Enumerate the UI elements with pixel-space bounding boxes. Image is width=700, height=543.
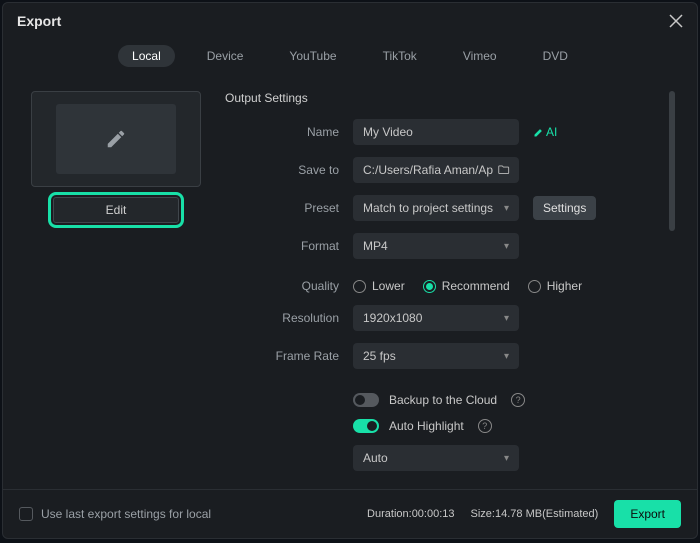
autohighlight-select[interactable]: Auto ▾ (353, 445, 519, 471)
backup-label: Backup to the Cloud (389, 393, 497, 407)
quality-higher-radio[interactable]: Higher (528, 279, 582, 293)
output-settings-heading: Output Settings (225, 91, 679, 105)
size-stat: Size:14.78 MB(Estimated) (471, 508, 599, 520)
chevron-down-icon: ▾ (504, 453, 509, 464)
footer: Use last export settings for local Durat… (3, 489, 697, 538)
framerate-select[interactable]: 25 fps ▾ (353, 343, 519, 369)
tabs: Local Device YouTube TikTok Vimeo DVD (3, 39, 697, 77)
edit-button[interactable]: Edit (53, 197, 179, 223)
settings-button[interactable]: Settings (533, 196, 596, 220)
autohighlight-label: Auto Highlight (389, 419, 464, 433)
chevron-down-icon: ▾ (504, 203, 509, 214)
tab-youtube[interactable]: YouTube (275, 45, 350, 67)
export-dialog: Export Local Device YouTube TikTok Vimeo… (2, 2, 698, 539)
saveto-label: Save to (225, 163, 353, 177)
framerate-label: Frame Rate (225, 349, 353, 363)
quality-label: Quality (225, 279, 353, 293)
name-label: Name (225, 125, 353, 139)
dialog-title: Export (17, 13, 61, 29)
backup-toggle[interactable] (353, 393, 379, 407)
tab-local[interactable]: Local (118, 45, 175, 67)
folder-icon[interactable] (497, 163, 511, 177)
close-icon[interactable] (669, 14, 683, 28)
format-select[interactable]: MP4 ▾ (353, 233, 519, 259)
help-icon[interactable]: ? (478, 419, 492, 433)
preview-thumbnail (31, 91, 201, 187)
duration-stat: Duration:00:00:13 (367, 508, 454, 520)
quality-lower-radio[interactable]: Lower (353, 279, 405, 293)
export-button[interactable]: Export (614, 500, 681, 528)
autohighlight-toggle[interactable] (353, 419, 379, 433)
tab-tiktok[interactable]: TikTok (369, 45, 431, 67)
edit-icon (105, 128, 127, 150)
scrollbar[interactable] (669, 91, 675, 231)
ai-icon[interactable]: AI (533, 125, 557, 139)
chevron-down-icon: ▾ (504, 313, 509, 324)
resolution-label: Resolution (225, 311, 353, 325)
preset-label: Preset (225, 201, 353, 215)
saveto-input[interactable]: C:/Users/Rafia Aman/AppData (353, 157, 519, 183)
help-icon[interactable]: ? (511, 393, 525, 407)
tab-device[interactable]: Device (193, 45, 258, 67)
use-last-settings-checkbox[interactable]: Use last export settings for local (19, 507, 211, 521)
tab-vimeo[interactable]: Vimeo (449, 45, 511, 67)
chevron-down-icon: ▾ (504, 241, 509, 252)
preset-select[interactable]: Match to project settings ▾ (353, 195, 519, 221)
tab-dvd[interactable]: DVD (529, 45, 582, 67)
titlebar: Export (3, 3, 697, 39)
chevron-down-icon: ▾ (504, 351, 509, 362)
resolution-select[interactable]: 1920x1080 ▾ (353, 305, 519, 331)
quality-recommend-radio[interactable]: Recommend (423, 279, 510, 293)
name-input[interactable]: My Video (353, 119, 519, 145)
format-label: Format (225, 239, 353, 253)
